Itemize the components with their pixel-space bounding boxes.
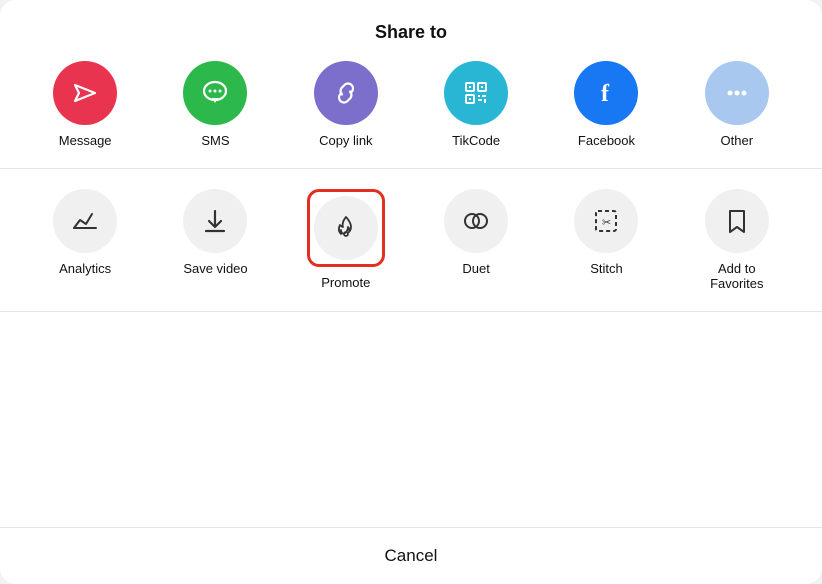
- share-modal: Share to Message: [0, 0, 822, 584]
- analytics-icon-circle: [53, 189, 117, 253]
- svg-text:f: f: [601, 81, 610, 107]
- action-item-analytics[interactable]: Analytics: [40, 189, 130, 276]
- tikcode-label: TikCode: [452, 133, 500, 148]
- share-item-other[interactable]: Other: [692, 61, 782, 148]
- stitch-label: Stitch: [590, 261, 623, 276]
- copylink-icon: [329, 76, 363, 110]
- sms-label: SMS: [201, 133, 229, 148]
- sms-icon: [198, 76, 232, 110]
- share-item-tikcode[interactable]: TikCode: [431, 61, 521, 148]
- share-item-facebook[interactable]: f Facebook: [561, 61, 651, 148]
- save-video-label: Save video: [183, 261, 247, 276]
- message-icon-circle: [53, 61, 117, 125]
- sms-icon-circle: [183, 61, 247, 125]
- cancel-section[interactable]: Cancel: [0, 527, 822, 584]
- promote-icon: [331, 213, 361, 243]
- add-favorites-icon: [722, 206, 752, 236]
- divider-bottom: [0, 311, 822, 312]
- message-label: Message: [59, 133, 112, 148]
- action-item-duet[interactable]: Duet: [431, 189, 521, 276]
- tikcode-icon: [458, 75, 494, 111]
- save-video-icon: [200, 206, 230, 236]
- copylink-label: Copy link: [319, 133, 372, 148]
- facebook-icon-circle: f: [574, 61, 638, 125]
- facebook-label: Facebook: [578, 133, 635, 148]
- share-item-copylink[interactable]: Copy link: [301, 61, 391, 148]
- duet-icon-circle: [444, 189, 508, 253]
- promote-highlight-border: [307, 189, 385, 267]
- action-item-save-video[interactable]: Save video: [170, 189, 260, 276]
- action-item-promote[interactable]: Promote: [301, 189, 391, 290]
- other-icon: [720, 76, 754, 110]
- action-row: Analytics Save video: [0, 169, 822, 311]
- add-favorites-label: Add toFavorites: [710, 261, 763, 291]
- duet-icon: [461, 206, 491, 236]
- share-item-message[interactable]: Message: [40, 61, 130, 148]
- analytics-icon: [70, 206, 100, 236]
- share-title: Share to: [0, 0, 822, 61]
- stitch-icon: ✂: [591, 206, 621, 236]
- action-item-add-favorites[interactable]: Add toFavorites: [692, 189, 782, 291]
- cancel-label: Cancel: [385, 546, 438, 565]
- svg-text:✂: ✂: [602, 217, 611, 229]
- share-row: Message SMS: [0, 61, 822, 168]
- promote-label: Promote: [321, 275, 370, 290]
- duet-label: Duet: [462, 261, 489, 276]
- promote-icon-circle: [314, 196, 378, 260]
- tikcode-icon-circle: [444, 61, 508, 125]
- other-icon-circle: [705, 61, 769, 125]
- stitch-icon-circle: ✂: [574, 189, 638, 253]
- action-item-stitch[interactable]: ✂ Stitch: [561, 189, 651, 276]
- share-item-sms[interactable]: SMS: [170, 61, 260, 148]
- save-video-icon-circle: [183, 189, 247, 253]
- other-label: Other: [721, 133, 754, 148]
- add-favorites-icon-circle: [705, 189, 769, 253]
- analytics-label: Analytics: [59, 261, 111, 276]
- facebook-icon: f: [589, 76, 623, 110]
- message-icon: [69, 77, 101, 109]
- copylink-icon-circle: [314, 61, 378, 125]
